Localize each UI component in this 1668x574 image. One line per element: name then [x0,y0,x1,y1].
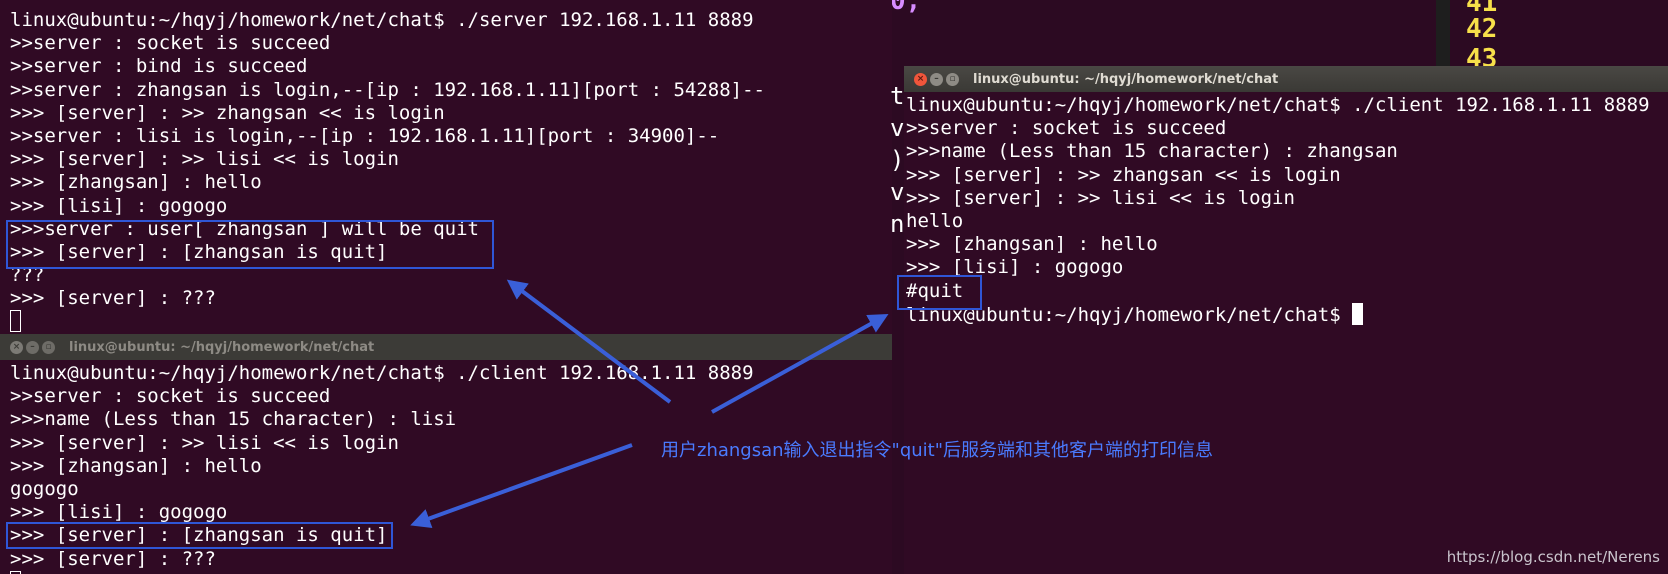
maximize-icon[interactable]: ▫ [42,340,55,354]
terminal-line: >>> [zhangsan] : hello [906,233,1158,256]
minimize-icon[interactable]: – [930,72,943,86]
terminal-line: >>> [server] : ??? [10,287,216,310]
terminal-cursor [10,310,21,333]
server-quit-highlight-box [6,220,494,269]
terminal-line: #quit [906,279,964,302]
terminal-line: linux@ubuntu:~/hqyj/homework/net/chat$ [906,302,1668,326]
zhangsan-terminal-title: linux@ubuntu: ~/hqyj/homework/net/chat [973,71,1279,87]
zhangsan-terminal-titlebar[interactable]: × – ▫ linux@ubuntu: ~/hqyj/homework/net/… [904,66,1668,92]
terminal-line: linux@ubuntu:~/hqyj/homework/net/chat$ .… [906,94,1650,116]
server-terminal-window[interactable]: linux@ubuntu:~/hqyj/homework/net/chat$ .… [0,0,892,336]
close-icon[interactable]: × [914,72,927,86]
terminal-line: >>> [server] : >> lisi << is login [10,148,399,171]
terminal-line: >>server : socket is succeed [906,117,1227,140]
terminal-line: gogogo [10,477,79,500]
terminal-line: >>> [lisi] : gogogo [906,256,1124,279]
watermark: https://blog.csdn.net/Nerens [1446,548,1660,566]
lisi-quit-highlight-box [6,522,393,549]
terminal-line: >>> [lisi] : gogogo [10,501,228,524]
terminal-line: >>server : zhangsan is login,--[ip : 192… [10,78,765,101]
server-terminal-output: linux@ubuntu:~/hqyj/homework/net/chat$ .… [0,0,892,334]
terminal-line [10,310,892,333]
lisi-terminal-title: linux@ubuntu: ~/hqyj/homework/net/chat [69,339,375,355]
maximize-icon[interactable]: ▫ [946,72,959,86]
terminal-line: >>>name (Less than 15 character) : lisi [10,408,457,431]
terminal-cursor [1352,302,1364,325]
terminal-line: >>server : lisi is login,--[ip : 192.168… [10,124,720,147]
terminal-line: >>server : socket is succeed [10,32,331,55]
background-top-chars: 0, [890,0,922,16]
terminal-line: hello [906,209,964,232]
quit-command-highlight-box [897,275,982,310]
background-line-number-42: 42 [1466,14,1498,44]
close-icon[interactable]: × [10,340,23,354]
background-stray-chars: t v ) v n [890,82,905,238]
terminal-line: >>>name (Less than 15 character) : zhang… [906,140,1398,163]
lisi-terminal-titlebar[interactable]: × – ▫ linux@ubuntu: ~/hqyj/homework/net/… [0,334,892,360]
terminal-line: >>server : socket is succeed [10,385,331,408]
terminal-line: linux@ubuntu:~/hqyj/homework/net/chat$ .… [10,9,754,31]
terminal-line: >>> [server] : >> zhangsan << is login [906,163,1341,186]
annotation-caption: 用户zhangsan输入退出指令"quit"后服务端和其他客户端的打印信息 [661,440,1213,461]
terminal-line: >>> [server] : >> zhangsan << is login [10,101,445,124]
minimize-icon[interactable]: – [26,340,39,354]
zhangsan-terminal-output: linux@ubuntu:~/hqyj/homework/net/chat$ .… [904,92,1668,326]
terminal-line: >>> [zhangsan] : hello [10,171,262,194]
terminal-line: >>> [lisi] : gogogo [10,194,228,217]
terminal-line: >>> [server] : >> lisi << is login [906,186,1295,209]
terminal-line: linux@ubuntu:~/hqyj/homework/net/chat$ .… [10,362,754,384]
zhangsan-terminal-window[interactable]: × – ▫ linux@ubuntu: ~/hqyj/homework/net/… [904,66,1668,574]
terminal-line: >>server : bind is succeed [10,55,308,78]
terminal-line: >>> [server] : ??? [10,547,216,570]
background-editor-strip [1436,0,1450,70]
